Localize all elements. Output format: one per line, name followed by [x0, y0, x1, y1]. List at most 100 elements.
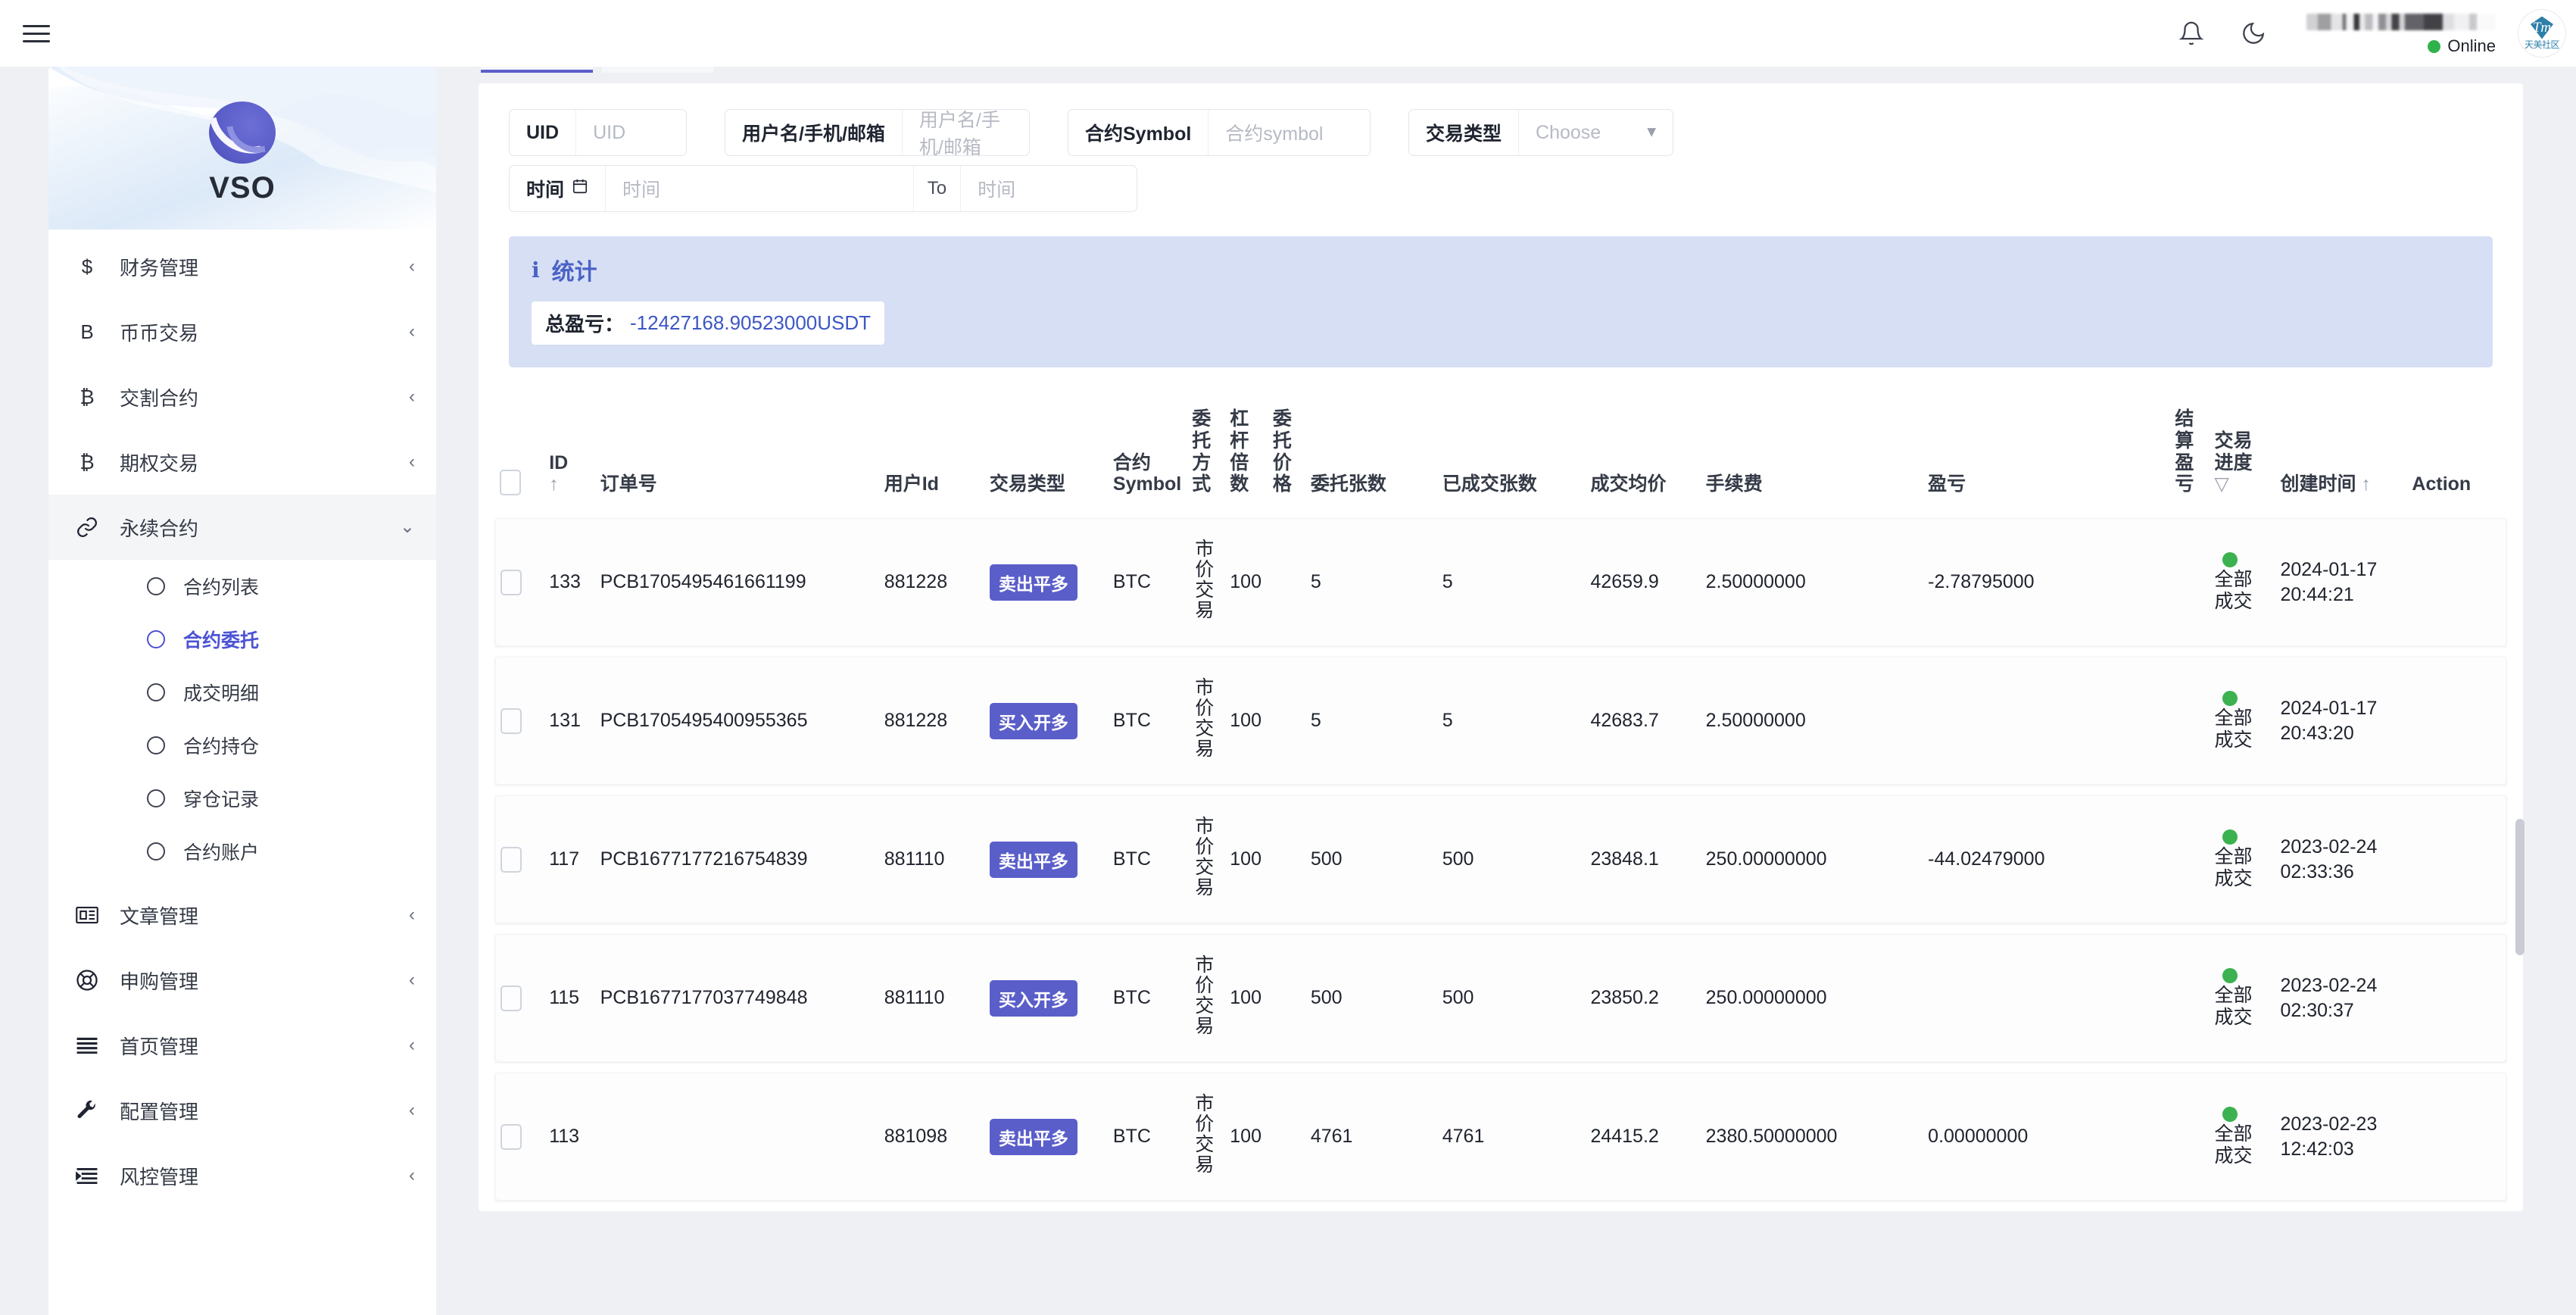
col-symbol: 合约Symbol — [1109, 408, 1187, 508]
sidebar-subitem-穿仓记录[interactable]: 穿仓记录 — [48, 772, 436, 825]
sort-arrow-icon[interactable]: ↑ — [2361, 473, 2371, 495]
symbol-input[interactable]: 合约symbol — [1208, 110, 1368, 155]
sidebar-subitem-合约委托[interactable]: 合约委托 — [48, 613, 436, 666]
avatar[interactable]: Tm 天美社区 — [2518, 10, 2565, 57]
sidebar-item-风控管理[interactable]: 风控管理 ‹ — [48, 1143, 436, 1208]
table-row[interactable]: 131 PCB1705495400955365 881228 买入开多 BTC … — [495, 657, 2506, 785]
dark-mode-moon-icon[interactable] — [2234, 14, 2273, 53]
sidebar-item-文章管理[interactable]: 文章管理 ‹ — [48, 882, 436, 948]
cell-entrust-price — [1268, 1073, 1306, 1201]
row-checkbox[interactable] — [501, 847, 522, 873]
cell-symbol: BTC — [1109, 795, 1187, 923]
progress-text: 全部成交 — [2215, 1123, 2260, 1167]
cell-action[interactable] — [2407, 518, 2506, 646]
user-input[interactable]: 用户名/手机/邮箱 — [903, 110, 1029, 155]
row-checkbox[interactable] — [501, 985, 522, 1011]
sidebar-subitem-成交明细[interactable]: 成交明细 — [48, 666, 436, 719]
sidebar-item-币币交易[interactable]: B 币币交易 ‹ — [48, 299, 436, 364]
list-indent-icon — [65, 1167, 109, 1184]
user-info-block[interactable]: Online — [2306, 0, 2496, 67]
row-select-cell — [495, 1073, 544, 1201]
trade-type-label: 交易类型 — [1409, 110, 1519, 155]
trade-type-badge: 卖出平多 — [990, 1119, 1077, 1155]
trade-type-filter[interactable]: 交易类型 Choose ▼ — [1408, 109, 1673, 156]
cell-action[interactable] — [2407, 795, 2506, 923]
chevron-down-icon[interactable]: ▼ — [1644, 124, 1659, 142]
col-id[interactable]: ID ↑ — [544, 408, 595, 508]
notification-bell-icon[interactable] — [2172, 14, 2211, 53]
sidebar-item-申购管理[interactable]: 申购管理 ‹ — [48, 948, 436, 1013]
uid-filter[interactable]: UID UID — [509, 109, 687, 156]
cell-avg-price: 42659.9 — [1586, 518, 1701, 646]
col-created-at[interactable]: 创建时间 ↑ — [2275, 408, 2407, 508]
uid-input[interactable]: UID — [576, 110, 678, 155]
col-action: Action — [2407, 408, 2506, 508]
cell-action[interactable] — [2407, 934, 2506, 1062]
sidebar-subitem-合约列表[interactable]: 合约列表 — [48, 560, 436, 613]
col-user-id: 用户Id — [880, 408, 985, 508]
sidebar-subitem-合约持仓[interactable]: 合约持仓 — [48, 719, 436, 772]
radio-circle-icon — [147, 630, 165, 648]
progress-wrap: 全部成交 — [2215, 829, 2272, 890]
user-filter[interactable]: 用户名/手机/邮箱 用户名/手机/邮箱 — [725, 109, 1030, 156]
sidebar-item-label: 风控管理 — [109, 1162, 409, 1190]
cell-action[interactable] — [2407, 1073, 2506, 1201]
cell-symbol: BTC — [1109, 518, 1187, 646]
cell-leverage: 100 — [1225, 1073, 1268, 1201]
select-all-checkbox[interactable] — [500, 470, 521, 495]
table-row[interactable]: 113 881098 卖出平多 BTC 市价交易 100 4761 4761 2… — [495, 1073, 2506, 1201]
table-row[interactable]: 133 PCB1705495461661199 881228 卖出平多 BTC … — [495, 518, 2506, 646]
cell-pnl: -2.78795000 — [1923, 518, 2170, 646]
symbol-filter[interactable]: 合约Symbol 合约symbol — [1068, 109, 1371, 156]
sidebar-item-交割合约[interactable]: ₿ 交割合约 ‹ — [48, 364, 436, 429]
created-at-text: 2023-02-24 02:33:36 — [2280, 836, 2377, 882]
sidebar: VSO $ 财务管理 ‹ B 币币交易 ‹ ₿ 交割合约 ‹ ₿ 期权交易 ‹ — [48, 67, 436, 1315]
hamburger-menu-icon[interactable] — [23, 16, 58, 51]
tab-active[interactable] — [481, 67, 593, 73]
status-badge: Online — [2447, 36, 2496, 56]
cell-entrust-price — [1268, 934, 1306, 1062]
col-entrust-price: 委托价格 — [1268, 408, 1306, 508]
tab-secondary[interactable] — [602, 67, 714, 73]
cell-entrust-price — [1268, 518, 1306, 646]
sidebar-item-label: 期权交易 — [109, 448, 409, 476]
sidebar-item-永续合约[interactable]: 永续合约 ⌄ — [48, 495, 436, 560]
row-checkbox[interactable] — [501, 570, 522, 595]
topbar-right-group: Online Tm 天美社区 — [2172, 0, 2576, 67]
table-row[interactable]: 115 PCB1677177037749848 881110 买入开多 BTC … — [495, 934, 2506, 1062]
sidebar-subitem-合约账户[interactable]: 合约账户 — [48, 825, 436, 878]
created-at-text: 2024-01-17 20:44:21 — [2280, 559, 2377, 605]
brand: VSO — [48, 67, 436, 205]
cell-fee: 250.00000000 — [1701, 795, 1924, 923]
statistics-title-row: ℹ 统计 — [532, 253, 2470, 286]
orders-table: ID ↑ 订单号 用户Id 交易类型 合约Symbol 委托方式 杠杆倍数 委托… — [495, 398, 2506, 1211]
time-range-filter[interactable]: 时间 时间 To 时间 — [509, 165, 1137, 212]
cell-avg-price: 23850.2 — [1586, 934, 1701, 1062]
status-dot-icon — [2428, 40, 2440, 53]
filter-funnel-icon[interactable]: ▽ — [2215, 473, 2229, 495]
sidebar-item-首页管理[interactable]: 首页管理 ‹ — [48, 1013, 436, 1078]
filter-row-primary: UID UID 用户名/手机/邮箱 用户名/手机/邮箱 合约Symbol 合约s… — [479, 105, 2523, 161]
vertical-scrollbar[interactable] — [2515, 819, 2525, 955]
sidebar-item-配置管理[interactable]: 配置管理 ‹ — [48, 1078, 436, 1143]
sidebar-subitem-label: 成交明细 — [183, 679, 259, 706]
cell-entrust-qty: 500 — [1306, 934, 1438, 1062]
time-from-input[interactable]: 时间 — [606, 166, 913, 211]
sort-arrow-icon[interactable]: ↑ — [549, 473, 559, 495]
sidebar-item-期权交易[interactable]: ₿ 期权交易 ‹ — [48, 429, 436, 495]
trade-type-badge: 卖出平多 — [990, 842, 1077, 878]
time-to-input[interactable]: 时间 — [961, 166, 1137, 211]
sidebar-subitem-label: 合约委托 — [183, 626, 259, 653]
col-avg-price: 成交均价 — [1586, 408, 1701, 508]
row-select-cell — [495, 518, 544, 646]
chevron-left-icon: ‹ — [409, 258, 415, 276]
cell-avg-price: 42683.7 — [1586, 657, 1701, 785]
entrust-mode-text: 市价交易 — [1192, 954, 1213, 1036]
table-row[interactable]: 117 PCB1677177216754839 881110 卖出平多 BTC … — [495, 795, 2506, 923]
row-checkbox[interactable] — [501, 708, 522, 734]
sidebar-item-财务管理[interactable]: $ 财务管理 ‹ — [48, 234, 436, 299]
row-checkbox[interactable] — [501, 1124, 522, 1150]
cell-action[interactable] — [2407, 657, 2506, 785]
cell-trade-type: 卖出平多 — [985, 795, 1109, 923]
entrust-mode-text: 市价交易 — [1192, 677, 1213, 759]
